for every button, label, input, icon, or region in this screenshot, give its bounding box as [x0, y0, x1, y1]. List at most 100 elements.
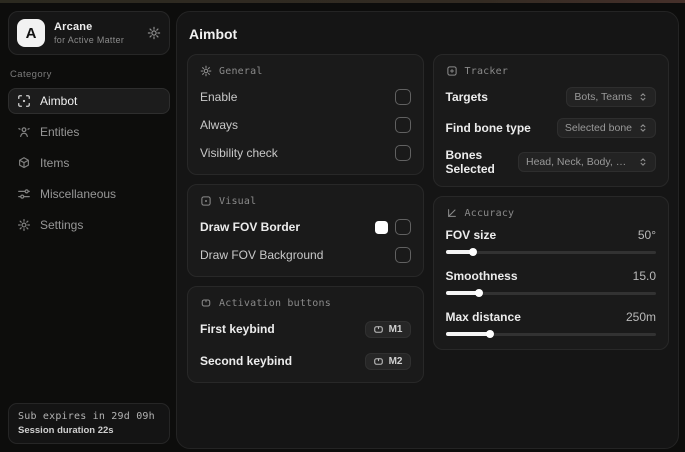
sun-gear-icon: [200, 65, 212, 77]
dropdown-value: Selected bone: [564, 122, 632, 134]
general-card-header: General: [200, 65, 411, 77]
unfold-icon: [638, 157, 648, 167]
setting-row-find-bone-type: Find bone type Selected bone: [446, 117, 656, 139]
setting-row-targets: Targets Bots, Teams: [445, 86, 656, 108]
sub-expires-text: Sub expires in 29d 09h: [18, 411, 155, 422]
page-title: Aimbot: [189, 26, 238, 42]
setting-label: Draw FOV Background: [200, 248, 324, 262]
draw-fov-background-checkbox[interactable]: [394, 247, 411, 263]
slider-fill: [445, 291, 480, 295]
fov-border-color-swatch[interactable]: [374, 220, 388, 234]
setting-label: Draw FOV Border: [200, 220, 301, 234]
accuracy-card: Accuracy FOV size 50° Smoothness 15.0 Ma…: [432, 196, 669, 350]
slider-head: Smoothness 15.0: [446, 269, 657, 283]
main-panel: Aimbot General Enable Always Visibility …: [176, 11, 679, 449]
sidebar-item-label: Aimbot: [40, 94, 78, 108]
visibility-check-checkbox[interactable]: [394, 145, 411, 161]
always-checkbox[interactable]: [394, 117, 411, 133]
target-scan-icon: [446, 65, 458, 77]
keybind-value: M1: [388, 323, 403, 335]
sidebar-item-aimbot[interactable]: Aimbot: [8, 88, 170, 114]
fov-size-slider[interactable]: [445, 247, 656, 257]
tracker-card-title: Tracker: [464, 65, 509, 77]
setting-label: Visibility check: [200, 146, 278, 160]
app-meta: Arcane for Active Matter: [54, 21, 138, 45]
draw-fov-border-checkbox[interactable]: [394, 219, 411, 235]
slider-knob[interactable]: [475, 289, 484, 297]
crosshair-scan-icon: [17, 94, 31, 108]
app-name: Arcane: [54, 21, 93, 33]
setting-row-second-keybind: Second keybind M2: [200, 350, 411, 372]
setting-row-draw-fov-background: Draw FOV Background: [200, 244, 411, 266]
tracker-card-header: Tracker: [446, 65, 657, 77]
sidebar: A Arcane for Active Matter Category Aimb…: [0, 3, 176, 452]
activation-card-title: Activation buttons: [219, 297, 331, 309]
sidebar-item-label: Entities: [40, 125, 80, 139]
setting-row-draw-fov-border: Draw FOV Border: [200, 216, 411, 238]
visual-card-header: Visual: [200, 195, 411, 207]
slider-value: 50°: [637, 228, 656, 242]
sidebar-item-entities[interactable]: Entities: [8, 119, 170, 145]
setting-row-bones-selected: Bones Selected Head, Neck, Body, Pe…: [445, 148, 656, 176]
visual-card: Visual Draw FOV Border Draw FOV Backgrou…: [187, 184, 424, 277]
sidebar-item-label: Items: [40, 156, 70, 170]
sliders-icon: [17, 187, 31, 201]
mouse-icon: [373, 356, 384, 367]
sidebar-item-miscellaneous[interactable]: Miscellaneous: [8, 181, 170, 207]
setting-label: Enable: [200, 90, 238, 104]
setting-label: Second keybind: [200, 354, 293, 368]
find-bone-type-dropdown[interactable]: Selected bone: [556, 118, 656, 138]
tracker-card: Tracker Targets Bots, Teams Find bone ty…: [432, 54, 669, 187]
app-logo: A: [17, 19, 45, 47]
unfold-icon: [638, 123, 648, 133]
app-header-card: A Arcane for Active Matter: [8, 11, 170, 55]
app-window: A Arcane for Active Matter Category Aimb…: [0, 3, 685, 452]
slider-track: [445, 251, 656, 254]
slider-block-fov-size: FOV size 50°: [445, 228, 657, 257]
angle-icon: [446, 207, 458, 219]
slider-fill: [445, 332, 490, 336]
enable-checkbox[interactable]: [394, 89, 411, 105]
keybind-value: M2: [388, 355, 403, 367]
sidebar-item-items[interactable]: Items: [8, 150, 170, 176]
second-keybind-button[interactable]: M2: [364, 352, 411, 370]
mouse-icon: [200, 297, 212, 309]
entities-icon: [17, 125, 31, 139]
targets-dropdown[interactable]: Bots, Teams: [566, 87, 656, 107]
subscription-card: Sub expires in 29d 09h Session duration …: [8, 403, 170, 444]
slider-head: Max distance 250m: [446, 310, 657, 324]
columns: General Enable Always Visibility check V…: [187, 54, 669, 383]
accuracy-card-header: Accuracy: [446, 207, 657, 219]
slider-head: FOV size 50°: [446, 228, 657, 242]
sidebar-item-settings[interactable]: Settings: [8, 212, 170, 238]
setting-label: FOV size: [445, 228, 497, 242]
setting-label: Smoothness: [445, 269, 518, 283]
slider-block-smoothness: Smoothness 15.0: [445, 269, 657, 298]
right-column: Tracker Targets Bots, Teams Find bone ty…: [432, 54, 669, 350]
slider-knob[interactable]: [468, 248, 477, 256]
max-distance-slider[interactable]: [445, 329, 656, 339]
bones-selected-dropdown[interactable]: Head, Neck, Body, Pe…: [518, 152, 656, 172]
slider-knob[interactable]: [485, 330, 494, 338]
dropdown-value: Bots, Teams: [574, 91, 632, 103]
sidebar-item-label: Settings: [40, 218, 84, 232]
activation-card: Activation buttons First keybind M1 Seco…: [187, 286, 424, 383]
category-nav: Aimbot Entities Items Miscellaneous Sett…: [8, 88, 170, 238]
first-keybind-button[interactable]: M1: [364, 320, 411, 338]
setting-label: Always: [200, 118, 239, 132]
activation-card-header: Activation buttons: [200, 297, 411, 309]
slider-value: 15.0: [632, 269, 656, 283]
smoothness-slider[interactable]: [445, 288, 656, 298]
setting-label: First keybind: [200, 322, 275, 336]
setting-label: Max distance: [445, 310, 521, 324]
cube-icon: [17, 156, 31, 170]
mouse-icon: [373, 324, 384, 335]
unfold-icon: [638, 92, 648, 102]
setting-label: Targets: [445, 90, 488, 104]
sidebar-item-label: Miscellaneous: [40, 187, 117, 201]
theme-gear-icon[interactable]: [147, 26, 161, 40]
setting-label: Bones Selected: [445, 148, 495, 176]
image-icon: [200, 195, 212, 207]
general-card: General Enable Always Visibility check: [187, 54, 424, 175]
slider-block-max-distance: Max distance 250m: [445, 310, 657, 339]
